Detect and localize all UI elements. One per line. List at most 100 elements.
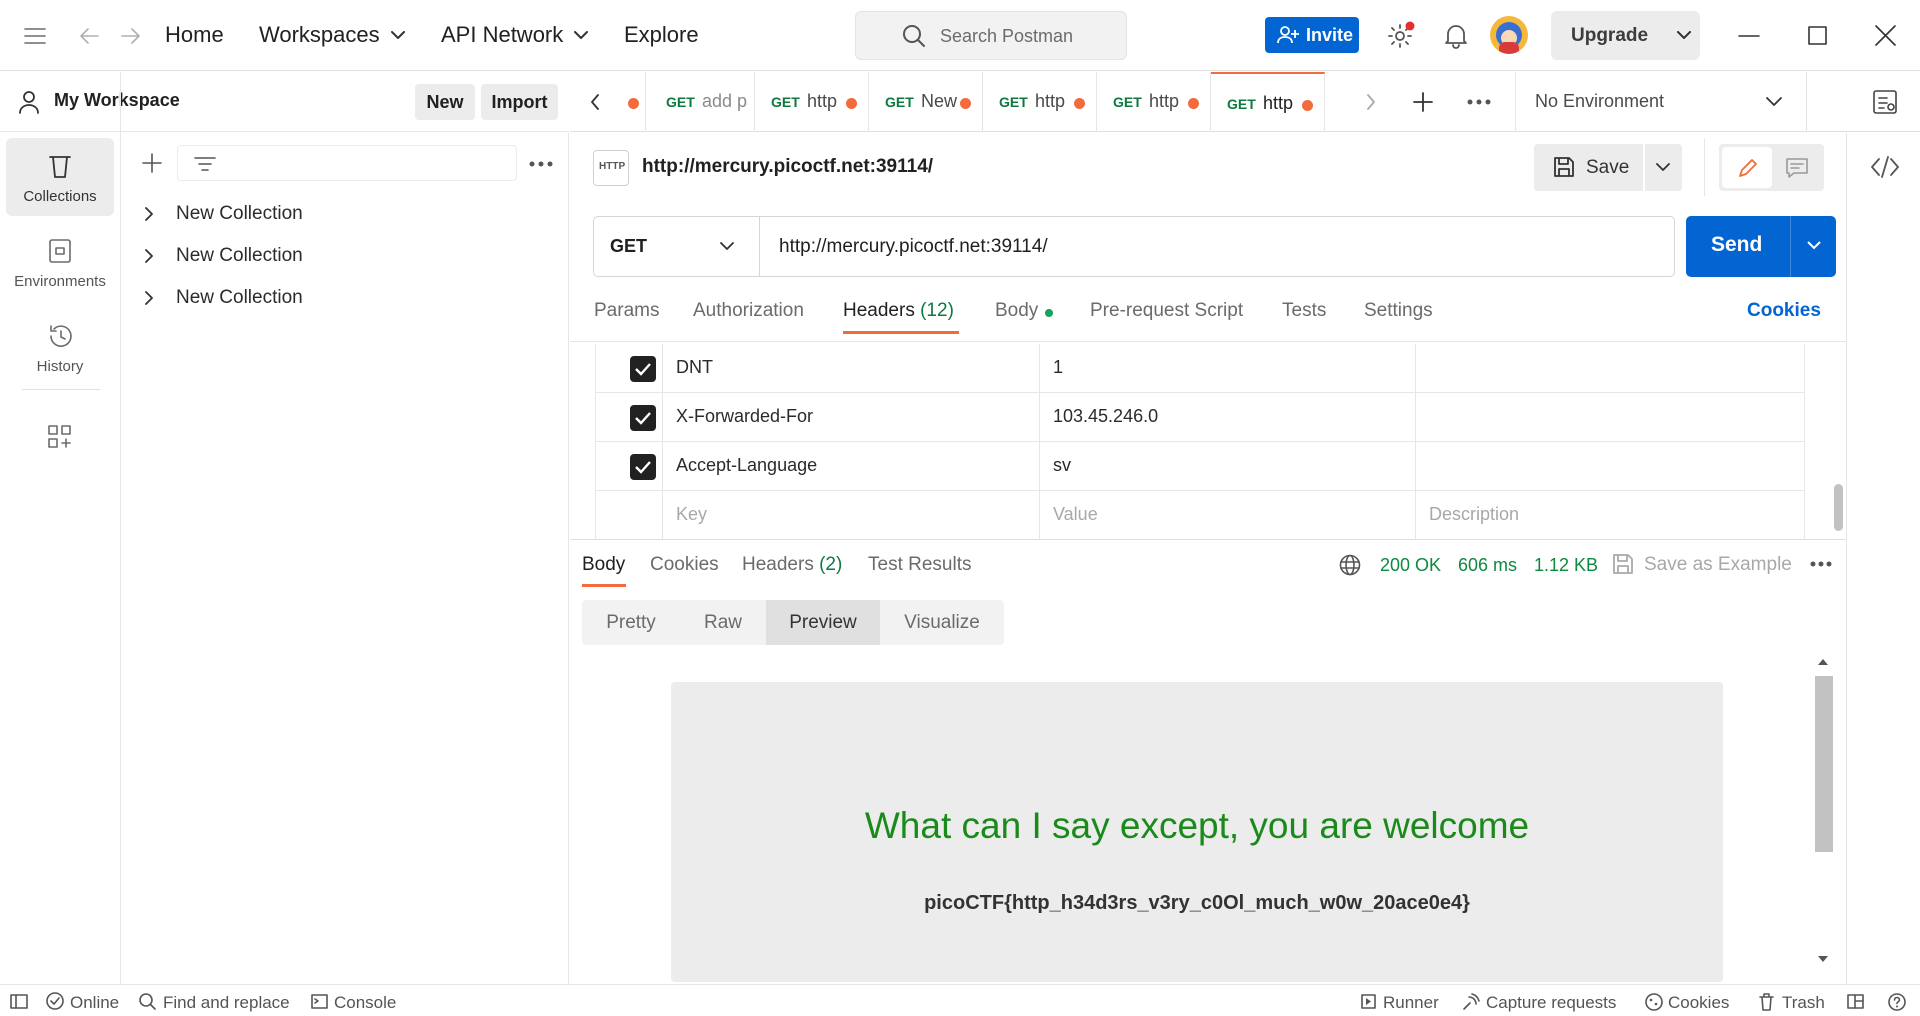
rail-item-environments[interactable]: Environments (6, 223, 114, 301)
header-value[interactable]: 1 (1053, 357, 1063, 378)
value-placeholder[interactable]: Value (1053, 504, 1098, 525)
pane-divider[interactable] (570, 539, 1846, 540)
request-tab-active[interactable]: GET http (1211, 72, 1325, 132)
scroll-down-icon[interactable] (1817, 955, 1829, 963)
rail-item-collections[interactable]: Collections (6, 138, 114, 216)
new-tab-plus-icon[interactable] (1413, 92, 1433, 112)
save-as-example-button[interactable]: Save as Example (1644, 554, 1792, 576)
notification-bell-icon[interactable] (1444, 23, 1468, 49)
help-icon[interactable] (1888, 993, 1906, 1011)
cookies-button[interactable]: Cookies (1668, 993, 1729, 1013)
key-placeholder[interactable]: Key (676, 504, 707, 525)
header-enabled-checkbox[interactable] (630, 454, 656, 480)
import-button[interactable]: Import (481, 84, 558, 120)
layout-icon[interactable] (1847, 994, 1864, 1009)
collection-item[interactable]: New Collection (122, 195, 568, 231)
add-apps-icon[interactable] (47, 424, 73, 450)
menu-icon[interactable] (24, 27, 46, 45)
upgrade-button[interactable]: Upgrade (1551, 11, 1700, 60)
header-key[interactable]: X-Forwarded-For (676, 406, 813, 427)
preview-scrollbar-thumb[interactable] (1815, 676, 1833, 852)
filter-collections-input[interactable] (177, 145, 517, 181)
collection-item[interactable]: New Collection (122, 237, 568, 273)
tab-settings[interactable]: Settings (1364, 300, 1433, 322)
search-input[interactable]: Search Postman (855, 11, 1127, 60)
more-options-icon[interactable] (529, 161, 553, 167)
method-select[interactable]: GET (594, 217, 760, 276)
header-key[interactable]: Accept-Language (676, 455, 817, 476)
tab-headers[interactable]: Headers (12) (843, 300, 954, 322)
view-raw[interactable]: Raw (680, 600, 766, 645)
environment-quick-look-icon[interactable] (1873, 90, 1897, 114)
tab-tests[interactable]: Tests (1282, 300, 1326, 322)
edit-mode-button[interactable] (1722, 147, 1772, 188)
comment-icon[interactable] (1785, 157, 1809, 179)
chevron-left-icon[interactable] (590, 94, 600, 110)
url-input[interactable]: http://mercury.picoctf.net:39114/ (779, 236, 1048, 258)
chevron-down-icon[interactable] (1807, 241, 1821, 251)
minimize-icon[interactable] (1738, 34, 1760, 38)
code-icon[interactable] (1871, 156, 1899, 178)
status-code[interactable]: 200 OK (1380, 555, 1441, 576)
tab-overflow[interactable] (626, 72, 646, 132)
cookies-link[interactable]: Cookies (1747, 300, 1821, 322)
workspaces-menu[interactable]: Workspaces (259, 22, 380, 48)
more-tabs-icon[interactable] (1467, 99, 1491, 105)
view-visualize[interactable]: Visualize (880, 600, 1004, 645)
rail-item-history[interactable]: History (6, 308, 114, 386)
close-window-icon[interactable] (1875, 25, 1896, 46)
back-arrow-icon[interactable] (78, 25, 100, 47)
request-tab[interactable]: GET http (1097, 72, 1211, 132)
response-tab-headers[interactable]: Headers (2) (742, 554, 842, 576)
request-tab[interactable]: GET http (755, 72, 869, 132)
home-link[interactable]: Home (165, 22, 224, 48)
maximize-icon[interactable] (1808, 26, 1827, 45)
request-tab[interactable]: GET http (983, 72, 1097, 132)
response-tab-body[interactable]: Body (582, 554, 625, 576)
chevron-right-icon[interactable] (1366, 94, 1376, 110)
toggle-sidebar-icon[interactable] (10, 994, 28, 1009)
plus-icon[interactable] (142, 153, 162, 173)
request-tab[interactable]: GET add pa (656, 72, 755, 132)
header-value[interactable]: 103.45.246.0 (1053, 406, 1158, 427)
more-options-icon[interactable] (1810, 561, 1832, 567)
response-tab-cookies[interactable]: Cookies (650, 554, 719, 576)
runner-button[interactable]: Runner (1383, 993, 1439, 1013)
scroll-up-icon[interactable] (1817, 658, 1829, 666)
scrollbar-thumb[interactable] (1834, 484, 1843, 531)
settings-gear-icon[interactable] (1387, 21, 1415, 49)
view-pretty[interactable]: Pretty (582, 600, 680, 645)
capture-requests-button[interactable]: Capture requests (1486, 993, 1616, 1013)
new-button[interactable]: New (415, 84, 475, 120)
tab-prerequest-script[interactable]: Pre-request Script (1090, 300, 1243, 322)
description-placeholder[interactable]: Description (1429, 504, 1519, 525)
tab-authorization[interactable]: Authorization (693, 300, 804, 322)
forward-arrow-icon[interactable] (120, 25, 142, 47)
response-tab-test-results[interactable]: Test Results (868, 554, 971, 576)
collection-item[interactable]: New Collection (122, 279, 568, 315)
tab-body[interactable]: Body (995, 300, 1038, 322)
avatar[interactable] (1490, 16, 1528, 54)
header-enabled-checkbox[interactable] (630, 356, 656, 382)
request-tab[interactable]: GET New (869, 72, 983, 132)
api-network-menu[interactable]: API Network (441, 22, 563, 48)
trash-button[interactable]: Trash (1782, 993, 1825, 1013)
header-key[interactable]: DNT (676, 357, 713, 378)
header-enabled-checkbox[interactable] (630, 405, 656, 431)
globe-icon[interactable] (1339, 554, 1361, 576)
find-and-replace-button[interactable]: Find and replace (163, 993, 290, 1013)
response-time[interactable]: 606 ms (1458, 555, 1517, 576)
send-button[interactable]: Send (1686, 216, 1836, 277)
invite-button[interactable]: Invite (1265, 17, 1359, 53)
header-value[interactable]: sv (1053, 455, 1071, 476)
console-button[interactable]: Console (334, 993, 396, 1013)
explore-link[interactable]: Explore (624, 22, 699, 48)
request-title[interactable]: http://mercury.picoctf.net:39114/ (642, 156, 933, 178)
tab-params[interactable]: Params (594, 300, 659, 322)
environment-selector[interactable]: No Environment (1516, 72, 1806, 132)
save-options-button[interactable] (1645, 144, 1682, 191)
response-size[interactable]: 1.12 KB (1534, 555, 1598, 576)
online-status[interactable]: Online (70, 993, 119, 1013)
view-preview[interactable]: Preview (766, 600, 880, 645)
save-button[interactable]: Save (1534, 144, 1643, 191)
